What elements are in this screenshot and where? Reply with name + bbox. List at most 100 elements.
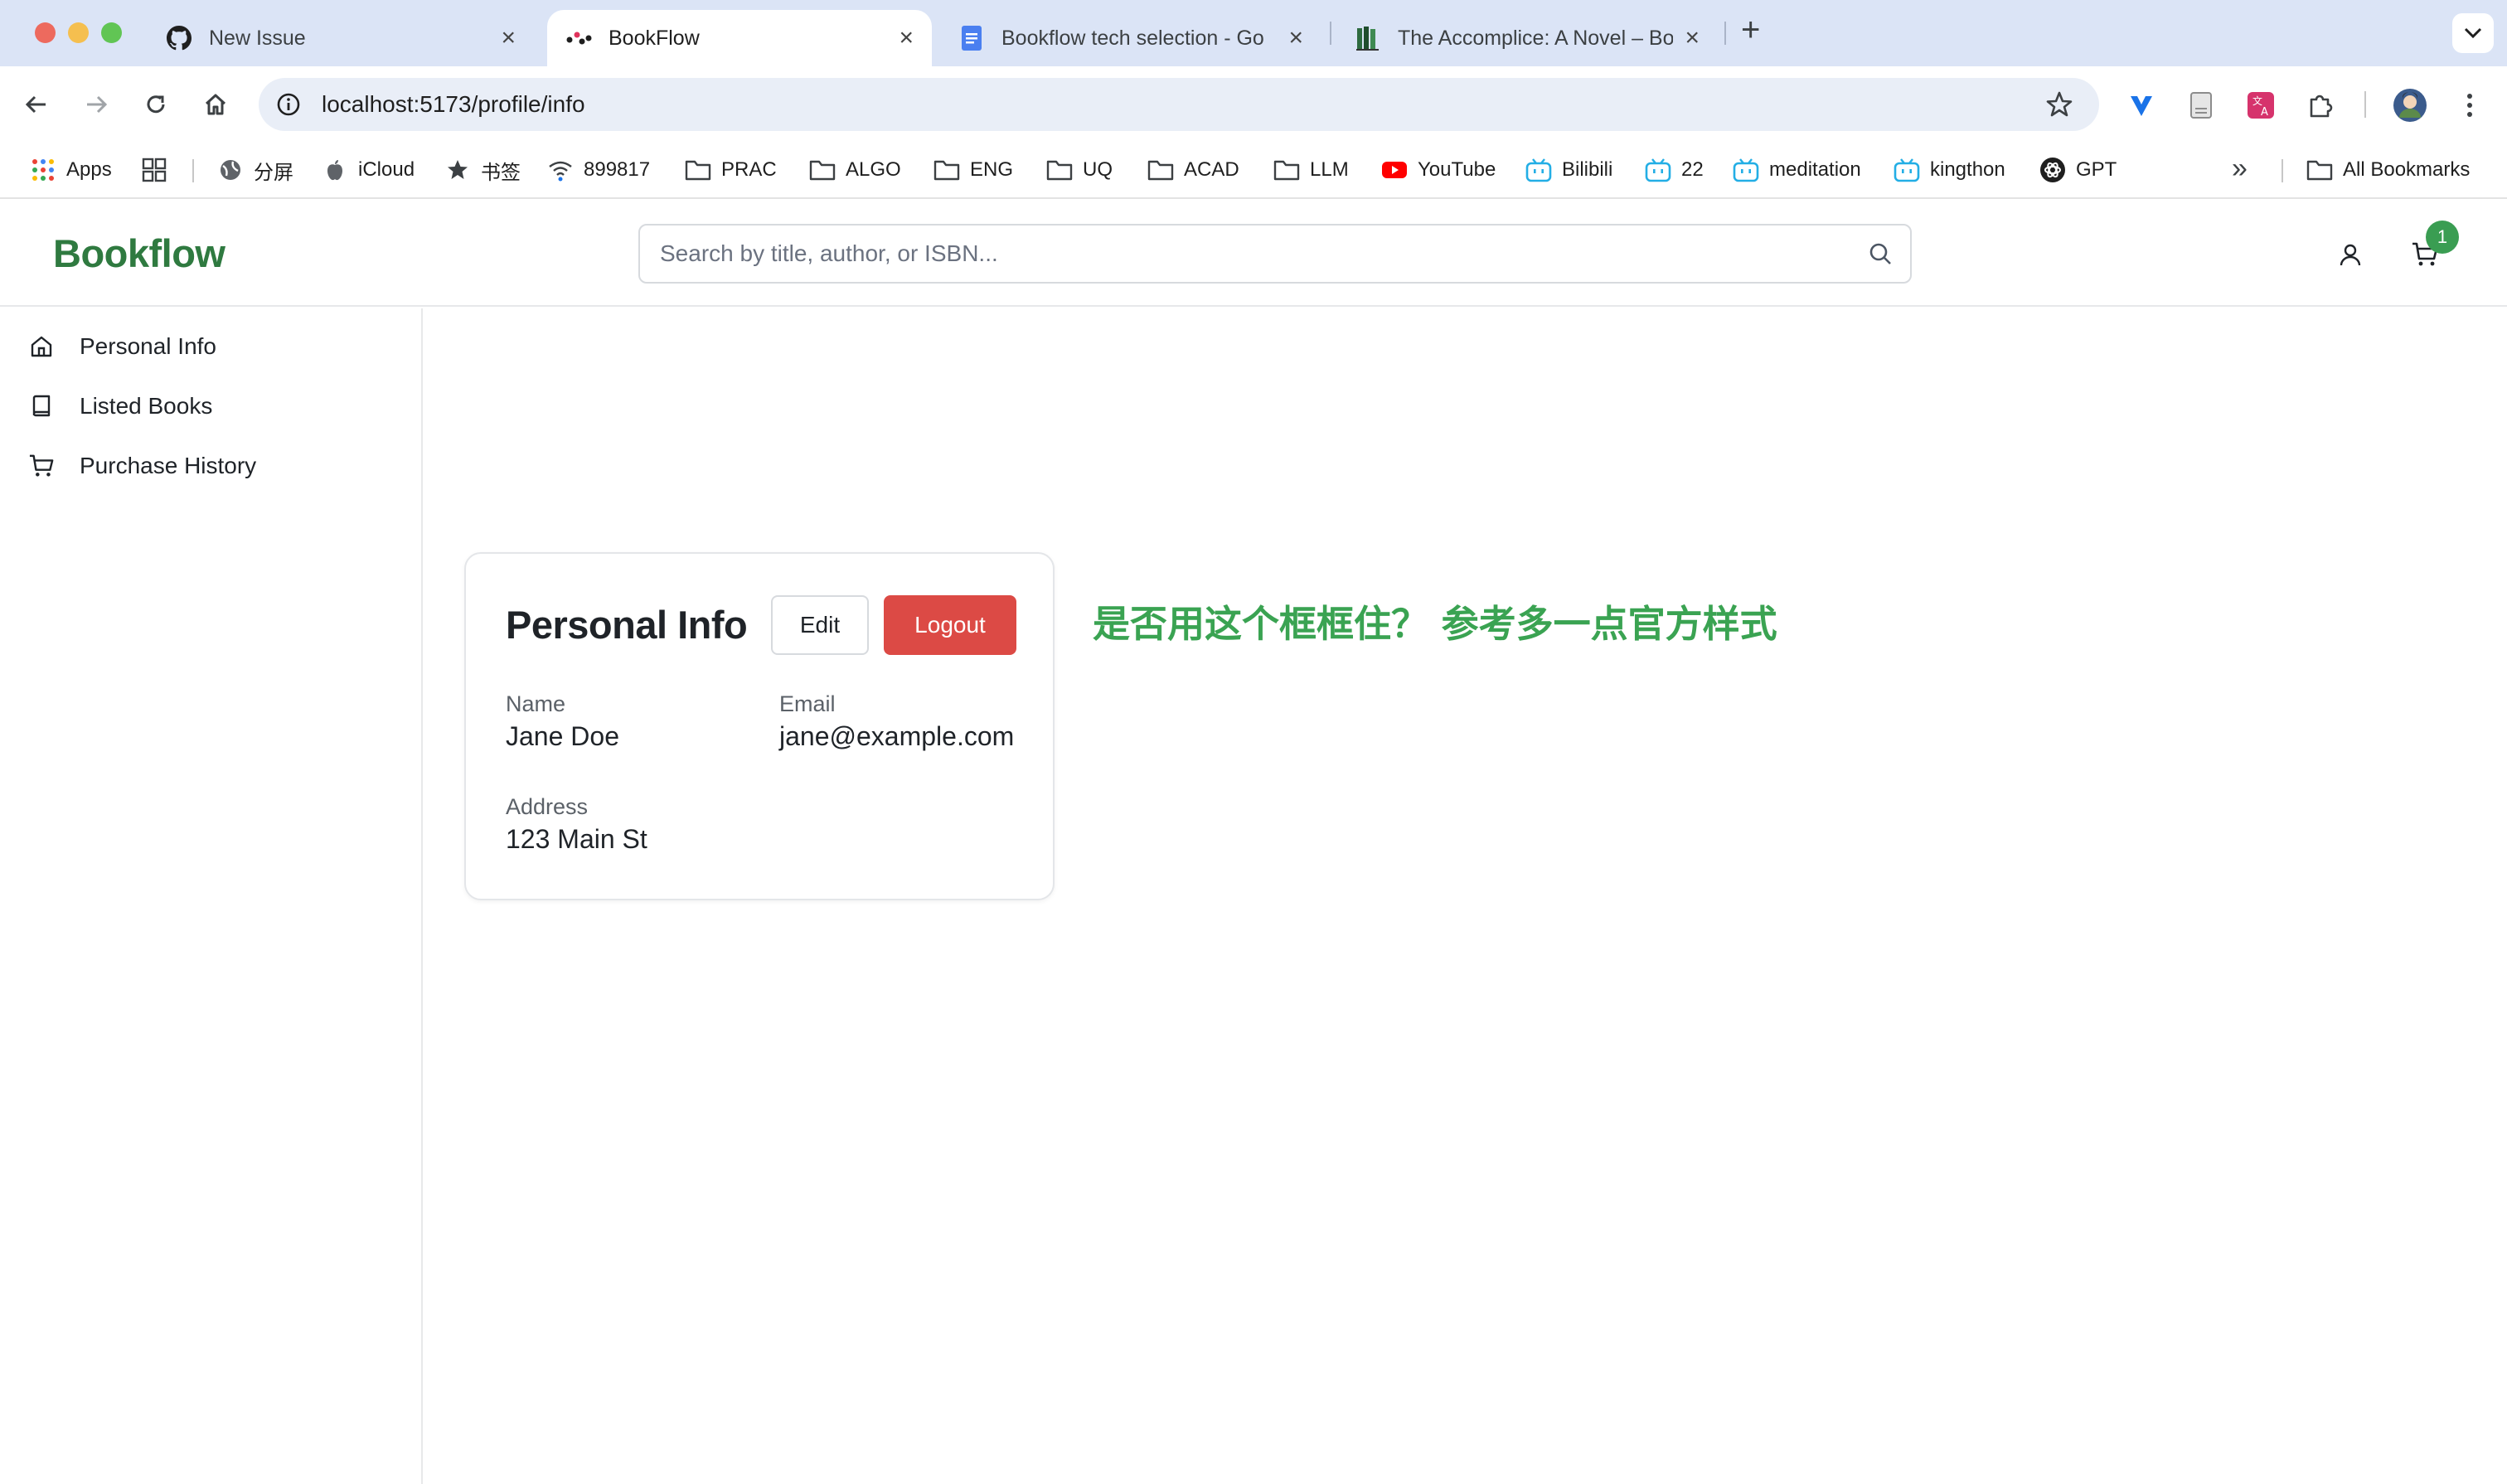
wifi-icon xyxy=(547,157,574,183)
tab-separator xyxy=(1330,22,1331,45)
close-icon[interactable]: × xyxy=(1685,26,1700,51)
apps-grid-icon xyxy=(30,157,56,183)
bookmark-youtube[interactable]: YouTube xyxy=(1381,151,1496,189)
bookmark-label: kingthon xyxy=(1930,158,2005,181)
bookmark-tab-groups[interactable] xyxy=(141,151,177,189)
browser-menu-icon[interactable] xyxy=(2451,86,2489,124)
window-maximize-control[interactable] xyxy=(101,22,122,43)
bookmark-kingthon[interactable]: kingthon xyxy=(1894,151,2005,189)
new-tab-button[interactable]: + xyxy=(1741,12,1760,49)
apple-icon xyxy=(322,157,348,183)
bookmark-gpt[interactable]: GPT xyxy=(2039,151,2117,189)
bookmark-label: iCloud xyxy=(358,158,415,181)
reload-button[interactable] xyxy=(136,85,176,124)
bookmark-meditation[interactable]: meditation xyxy=(1733,151,1861,189)
window-close-control[interactable] xyxy=(35,22,56,43)
bookmark-folder-acad[interactable]: ACAD xyxy=(1147,151,1239,189)
back-button[interactable] xyxy=(17,85,56,124)
bookmark-899817[interactable]: 899817 xyxy=(547,151,650,189)
browser-tab-bookflow[interactable]: BookFlow × xyxy=(547,10,932,66)
folder-icon xyxy=(1147,157,1174,183)
sidebar-item-purchase-history[interactable]: Purchase History xyxy=(0,439,421,492)
bookmark-separator xyxy=(2282,159,2283,182)
logout-button[interactable]: Logout xyxy=(884,595,1016,655)
bookmark-label: ACAD xyxy=(1184,158,1239,181)
tab-title: Bookflow tech selection - Go xyxy=(1001,26,1264,50)
bookmark-label: ALGO xyxy=(846,158,901,181)
bookmark-bilibili[interactable]: Bilibili xyxy=(1525,151,1612,189)
account-button[interactable] xyxy=(2330,234,2371,275)
home-icon xyxy=(205,94,226,115)
tab-title: The Accomplice: A Novel – Bo xyxy=(1398,26,1674,50)
folder-icon xyxy=(2306,157,2333,183)
bookmark-label: Apps xyxy=(66,158,112,181)
user-icon xyxy=(2340,244,2361,266)
edit-button[interactable]: Edit xyxy=(771,595,869,655)
folder-icon xyxy=(1273,157,1300,183)
reload-icon xyxy=(147,95,165,114)
openai-icon xyxy=(2039,157,2066,183)
bookmark-label: ENG xyxy=(970,158,1014,181)
bookmark-icloud[interactable]: iCloud xyxy=(322,151,415,189)
sidebar-item-label: Purchase History xyxy=(80,453,257,478)
arrow-right-icon xyxy=(87,95,108,114)
search-button[interactable] xyxy=(1850,226,1910,282)
personal-info-card: Personal Info Edit Logout Name Jane Doe … xyxy=(464,552,1055,900)
design-annotation-note: 是否用这个框框住？ 参考多一点官方样式 xyxy=(1093,602,1777,646)
bookmark-apps[interactable]: Apps xyxy=(30,151,112,189)
close-icon[interactable]: × xyxy=(1288,26,1303,51)
tab-search-button[interactable] xyxy=(2452,13,2494,53)
books-favicon xyxy=(1355,25,1381,51)
close-icon[interactable]: × xyxy=(899,26,914,51)
extension-translate-icon[interactable]: 文A xyxy=(2242,86,2280,124)
forward-button[interactable] xyxy=(76,85,116,124)
extensions-puzzle-icon[interactable] xyxy=(2301,86,2340,124)
search-input[interactable] xyxy=(660,240,1850,267)
bookmarks-overflow-button[interactable]: » xyxy=(2232,153,2248,185)
folder-icon xyxy=(933,157,960,183)
name-label: Name xyxy=(506,691,566,716)
bookmark-label: 书签 xyxy=(481,160,521,184)
bookmark-folder-llm[interactable]: LLM xyxy=(1273,151,1349,189)
bookflow-favicon xyxy=(565,25,592,51)
brand-logo[interactable]: Bookflow xyxy=(53,230,225,276)
bookmark-22[interactable]: 22 xyxy=(1645,151,1704,189)
sidebar-item-label: Listed Books xyxy=(80,393,213,419)
close-icon[interactable]: × xyxy=(501,26,516,51)
sidebar-item-listed-books[interactable]: Listed Books xyxy=(0,380,421,433)
tab-title: New Issue xyxy=(209,26,306,50)
bookmark-folder-prac[interactable]: PRAC xyxy=(685,151,777,189)
extension-document-icon[interactable] xyxy=(2182,86,2220,124)
avatar[interactable] xyxy=(2391,86,2429,124)
browser-tab-the-accomplice[interactable]: The Accomplice: A Novel – Bo × xyxy=(1336,10,1718,66)
site-info-icon[interactable] xyxy=(274,90,303,119)
name-value: Jane Doe xyxy=(506,721,619,751)
address-bar[interactable]: localhost:5173/profile/info xyxy=(259,78,2099,131)
bilibili-icon xyxy=(1645,157,1671,183)
youtube-icon xyxy=(1381,157,1408,183)
folder-icon xyxy=(685,157,711,183)
cart-icon xyxy=(27,451,56,481)
cart-count-badge: 1 xyxy=(2426,221,2459,254)
bookmark-bookmarks[interactable]: 书签 xyxy=(444,151,521,189)
bookmark-star-icon[interactable] xyxy=(2043,88,2076,121)
star-icon xyxy=(444,157,471,183)
browser-tab-new-issue[interactable]: New Issue × xyxy=(148,10,534,66)
search-bar xyxy=(638,224,1912,284)
sidebar-item-label: Personal Info xyxy=(80,333,216,359)
all-bookmarks-button[interactable]: All Bookmarks xyxy=(2306,151,2470,189)
bookmark-folder-uq[interactable]: UQ xyxy=(1046,151,1113,189)
bookmark-folder-algo[interactable]: ALGO xyxy=(809,151,901,189)
browser-tab-bookflow-tech-selection[interactable]: Bookflow tech selection - Go × xyxy=(940,10,1321,66)
folder-icon xyxy=(809,157,836,183)
sidebar-item-personal-info[interactable]: Personal Info xyxy=(0,320,421,373)
extension-shield-icon[interactable] xyxy=(2122,86,2160,124)
home-button[interactable] xyxy=(196,85,235,124)
window-minimize-control[interactable] xyxy=(68,22,89,43)
bilibili-icon xyxy=(1894,157,1920,183)
bookmark-folder-eng[interactable]: ENG xyxy=(933,151,1013,189)
bookmark-split-screen[interactable]: 分屏 xyxy=(217,151,293,189)
email-label: Email xyxy=(779,691,836,716)
github-icon xyxy=(166,25,192,51)
google-docs-icon xyxy=(958,25,985,51)
